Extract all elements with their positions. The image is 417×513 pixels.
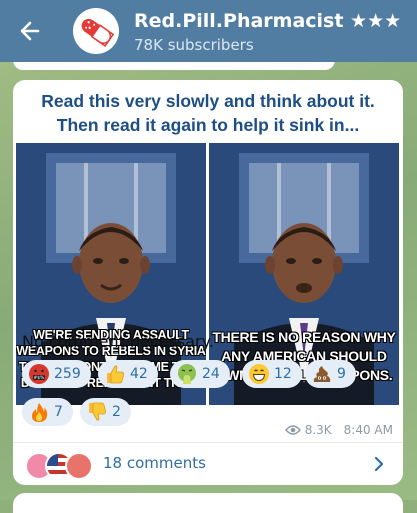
commenter-avatar — [65, 452, 93, 480]
reaction-thumbs-up[interactable]: 42 — [98, 360, 158, 388]
reaction-count: 24 — [202, 366, 220, 382]
back-arrow-icon[interactable] — [16, 17, 44, 45]
post-time: 8:40 AM — [343, 423, 393, 437]
reaction-thumbs-down[interactable]: 2 — [80, 398, 131, 426]
vomiting-face-icon — [178, 364, 196, 384]
image-caption-line-2: Then read it again to help it sink in... — [56, 115, 360, 135]
grinning-face-icon — [249, 364, 269, 384]
reaction-cursing[interactable]: #$% 259 — [22, 360, 91, 388]
post-image[interactable]: Read this very slowly and think about it… — [16, 83, 400, 405]
post-message: No comment necessary. — [22, 332, 214, 351]
cursing-face-icon: #$% — [29, 364, 49, 384]
image-caption: Read this very slowly and think about it… — [16, 89, 400, 137]
chevron-right-icon — [374, 456, 384, 472]
thumbs-down-icon — [89, 402, 106, 421]
post-bubble: Read this very slowly and think about it… — [13, 80, 403, 485]
channel-header: Red.Pill.Pharmacist ★★★ 78K subscribers — [0, 0, 417, 62]
subscriber-count: 78K subscribers — [134, 36, 254, 54]
reaction-fire[interactable]: 7 — [22, 398, 73, 426]
channel-avatar[interactable] — [73, 8, 119, 54]
post-meta: 8.3K 8:40 AM — [284, 423, 393, 437]
svg-text:#$%: #$% — [34, 375, 46, 381]
reaction-count: 42 — [130, 366, 148, 382]
pill-capsule-icon — [81, 18, 115, 47]
fire-icon — [32, 403, 48, 422]
comments-count: 18 comments — [103, 454, 206, 472]
reaction-vomiting[interactable]: 24 — [170, 360, 230, 388]
reaction-count: 12 — [274, 366, 292, 382]
reaction-poop[interactable]: 9 — [305, 360, 356, 388]
eye-icon — [284, 425, 301, 435]
reaction-count: 259 — [54, 366, 81, 382]
meme-right-text: THERE IS NO REASON WHY ANY AMERICAN SHOU… — [212, 329, 396, 383]
channel-title[interactable]: Red.Pill.Pharmacist ★★★ — [134, 10, 401, 32]
comments-button[interactable]: 18 comments — [13, 443, 403, 485]
meme-panel-right: THERE IS NO REASON WHY ANY AMERICAN SHOU… — [209, 143, 399, 405]
view-count: 8.3K — [304, 423, 332, 437]
reaction-count: 2 — [112, 404, 121, 420]
image-caption-line-1: Read this very slowly and think about it… — [41, 91, 375, 111]
reaction-count: 7 — [54, 404, 63, 420]
reaction-count: 9 — [337, 366, 346, 382]
reaction-grinning[interactable]: 12 — [242, 360, 302, 388]
next-message-bubble — [13, 493, 403, 513]
poop-icon — [313, 366, 331, 382]
thumbs-up-icon — [107, 365, 124, 384]
